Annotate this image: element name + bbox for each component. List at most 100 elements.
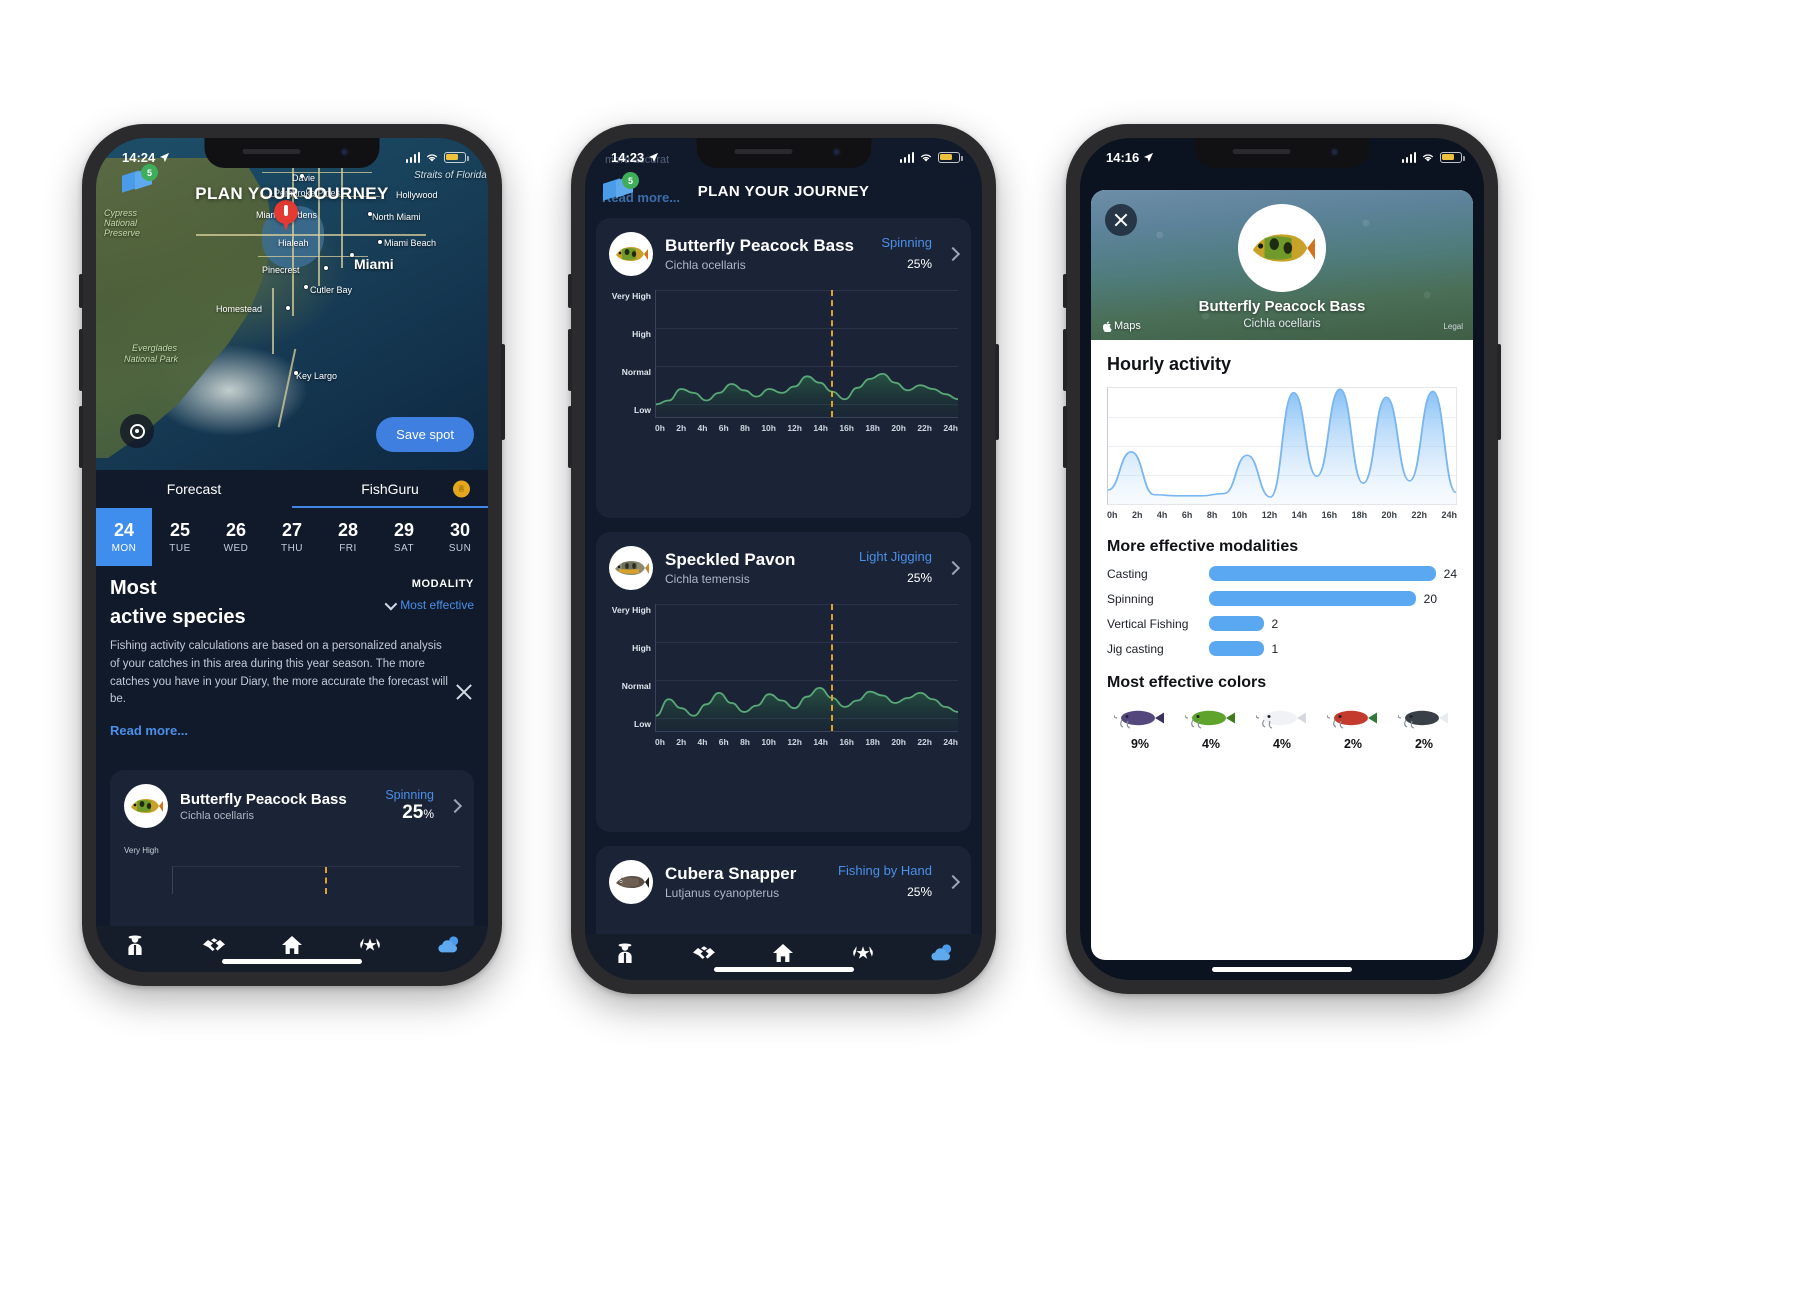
day-item-fri[interactable]: 28 FRI — [320, 508, 376, 566]
save-spot-button[interactable]: Save spot — [376, 417, 474, 452]
lure-color-item[interactable]: 2% — [1324, 706, 1382, 751]
map-label: National — [104, 218, 138, 228]
species-stats: Light Jigging 25% — [859, 549, 932, 588]
map-poi-dot — [324, 266, 328, 270]
species-card[interactable]: Butterfly Peacock Bass Cichla ocellaris Sp… — [596, 218, 971, 518]
angler-icon — [128, 935, 142, 955]
laurel-star-icon — [360, 938, 381, 951]
power-button[interactable] — [1497, 344, 1501, 440]
map-label: Preserve — [104, 228, 141, 238]
species-name-block: Butterfly Peacock Bass Cichla ocellaris — [180, 791, 373, 822]
day-number: 28 — [337, 520, 359, 540]
chevron-right-icon[interactable] — [945, 246, 961, 262]
tab-fishguru[interactable]: FishGuru ♕ — [292, 470, 488, 508]
power-button[interactable] — [995, 344, 999, 440]
front-camera — [831, 147, 841, 157]
map-label: North Miami — [372, 212, 421, 222]
species-row: Cubera Snapper Lutjanus cyanopterus Fishin… — [609, 860, 961, 904]
species-modality: Spinning — [881, 234, 932, 250]
legal-link[interactable]: Legal — [1443, 322, 1463, 331]
section-title-line2: active species — [110, 606, 246, 628]
chevron-right-icon[interactable] — [447, 798, 463, 814]
navbar-weather[interactable] — [930, 941, 954, 965]
volume-down-button[interactable] — [1063, 406, 1067, 468]
status-left: 14:16 — [1106, 150, 1154, 165]
bottom-navbar[interactable] — [96, 926, 488, 972]
x-axis-label: 8h — [740, 737, 750, 747]
apple-maps-attribution[interactable]: Maps — [1103, 320, 1141, 332]
modality-selector[interactable]: MODALITY Most effective — [384, 574, 474, 612]
premium-crown-icon: ♕ — [453, 480, 470, 498]
peacock-bass-fish-icon — [616, 247, 648, 261]
peacock-bass-fish-icon — [131, 799, 163, 813]
fishing-lure-icon — [1398, 710, 1448, 729]
x-axis-label: 8h — [740, 423, 750, 433]
navbar-home[interactable] — [280, 933, 304, 957]
map-poi-dot — [294, 371, 298, 375]
map-label: National Park — [124, 354, 179, 364]
day-weekday: TUE — [169, 543, 191, 554]
x-axis: 0h 2h 4h 6h 8h 10h 12h 14h 16h 18h 20h 22h 24h — [655, 737, 958, 747]
x-axis-label: 14h — [813, 737, 828, 747]
close-icon[interactable] — [1105, 204, 1137, 236]
map-view[interactable]: 5 PLAN YOUR JOURNEY Davie Straits of Flor… — [96, 138, 488, 470]
map-location-pin[interactable] — [274, 200, 298, 232]
navbar-laurel-star[interactable] — [358, 933, 382, 957]
day-item-sun[interactable]: 30 SUN — [432, 508, 488, 566]
power-button[interactable] — [501, 344, 505, 440]
screenshot-stage: 5 PLAN YOUR JOURNEY Davie Straits of Flor… — [0, 0, 1800, 1299]
read-more-link[interactable]: Read more... — [110, 723, 188, 738]
day-selector[interactable]: 24 MON 25 TUE 26 WED 27 THU 28 FRI 29 SAT 30 SUN — [96, 508, 488, 566]
day-item-wed[interactable]: 26 WED — [208, 508, 264, 566]
navbar-angler[interactable] — [123, 933, 147, 957]
day-item-sat[interactable]: 29 SAT — [376, 508, 432, 566]
x-axis: 0h 2h 4h 6h 8h 10h 12h 14h 16h 18h 20h 22h 24h — [655, 423, 958, 433]
laurel-star-icon — [853, 946, 873, 959]
navbar-home[interactable] — [771, 941, 795, 965]
x-axis-label: 10h — [761, 423, 776, 433]
modality-label: Casting — [1107, 566, 1148, 581]
modality-value-row[interactable]: Most effective — [384, 597, 474, 612]
day-item-thu[interactable]: 27 THU — [264, 508, 320, 566]
lure-percent: 9% — [1130, 737, 1150, 751]
species-modality: Light Jigging — [859, 548, 932, 564]
navbar-laurel-star[interactable] — [851, 941, 875, 965]
lure-color-item[interactable]: 9% — [1111, 706, 1169, 751]
bottom-navbar[interactable] — [585, 934, 982, 980]
lure-color-item[interactable]: 2% — [1395, 706, 1453, 751]
speckled-pavon-fish-icon — [615, 561, 649, 575]
x-axis-label: 18h — [1351, 510, 1368, 520]
modality-value: 1 — [1271, 641, 1279, 656]
species-scientific-name: Cichla ocellaris — [180, 809, 254, 822]
hero-map-image: Butterfly Peacock Bass Cichla ocellaris … — [1091, 190, 1473, 340]
day-number: 30 — [449, 520, 471, 540]
tab-forecast[interactable]: Forecast — [96, 470, 292, 508]
lure-color-item[interactable]: 4% — [1253, 706, 1311, 751]
volume-down-button[interactable] — [568, 406, 572, 468]
day-item-mon[interactable]: 24 MON — [96, 508, 152, 566]
locate-me-button[interactable] — [120, 414, 154, 448]
species-name: Butterfly Peacock Bass — [180, 790, 347, 808]
sheet-body: Hourly activity 0h 2h 4h 6h 8h 10h 12h 1… — [1091, 340, 1473, 751]
chevron-right-icon[interactable] — [945, 560, 961, 576]
volume-down-button[interactable] — [79, 406, 83, 468]
activity-chart: Very High High Normal Low 0h 2h 4h 6h 8h 10h 12h 14… — [609, 290, 958, 440]
x-axis-label: 14h — [813, 423, 828, 433]
map-road — [277, 348, 296, 428]
lure-color-item[interactable]: 4% — [1182, 706, 1240, 751]
navbar-handshake[interactable] — [202, 933, 226, 957]
fishing-lure-icon — [1114, 710, 1164, 729]
chevron-right-icon[interactable] — [945, 874, 961, 890]
species-card[interactable]: Butterfly Peacock Bass Cichla ocellaris … — [110, 770, 474, 926]
species-card[interactable]: Speckled Pavon Cichla temensis Light Jiggi… — [596, 532, 971, 832]
map-label: Miami — [354, 256, 394, 272]
earpiece-speaker — [242, 149, 301, 154]
front-camera — [339, 147, 350, 157]
navbar-weather[interactable] — [437, 933, 461, 957]
close-info-button[interactable] — [454, 682, 474, 702]
day-item-tue[interactable]: 25 TUE — [152, 508, 208, 566]
modality-bar — [1209, 566, 1436, 581]
navbar-handshake[interactable] — [692, 941, 716, 965]
species-stats: Spinning 25% — [881, 235, 932, 274]
navbar-angler[interactable] — [613, 941, 637, 965]
